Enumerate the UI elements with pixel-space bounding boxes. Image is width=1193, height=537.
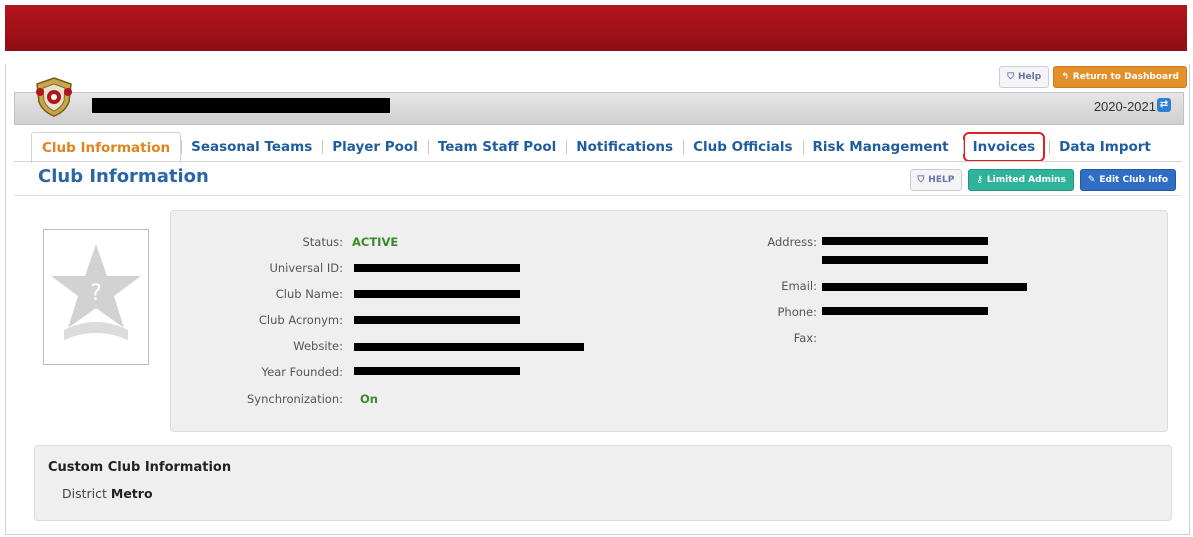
year-founded-redaction: [354, 367, 520, 375]
tab-seasonal-teams[interactable]: Seasonal Teams: [181, 132, 322, 162]
help-button[interactable]: ⛉ Help: [999, 66, 1050, 88]
placeholder-star-icon: ?: [51, 244, 141, 340]
help-icon: ⛉: [917, 175, 925, 185]
tab-risk-management[interactable]: Risk Management: [802, 132, 959, 162]
key-icon: ⚷: [976, 175, 983, 185]
utility-bar: ⛉ Help ↰ Return to Dashboard: [999, 66, 1187, 88]
tab-club-officials[interactable]: Club Officials: [683, 132, 802, 162]
club-crest-icon: [36, 77, 72, 117]
club-name-label: Club Name:: [275, 287, 343, 301]
club-name-redaction: [354, 290, 520, 298]
return-to-dashboard-button[interactable]: ↰ Return to Dashboard: [1053, 66, 1187, 88]
season-label: 2020-2021: [1093, 99, 1156, 114]
fax-label: Fax:: [793, 331, 817, 345]
edit-club-info-button[interactable]: ✎ Edit Club Info: [1079, 169, 1176, 191]
synchronization-value: On: [360, 392, 378, 406]
tab-invoices[interactable]: Invoices: [962, 132, 1046, 162]
phone-redaction: [822, 307, 988, 315]
season-switch-icon[interactable]: ⇄: [1157, 98, 1171, 112]
club-name-redaction: [92, 98, 390, 113]
email-label: Email:: [781, 279, 817, 293]
edit-club-info-label: Edit Club Info: [1099, 175, 1168, 185]
section-actions: ⛉ HELP ⚷ Limited Admins ✎ Edit Club Info: [909, 169, 1176, 191]
top-banner: [5, 5, 1187, 51]
return-to-dashboard-label: Return to Dashboard: [1072, 72, 1179, 82]
tab-data-import[interactable]: Data Import: [1049, 132, 1161, 162]
universal-id-label: Universal ID:: [269, 261, 343, 275]
tab-bar: Club Information Seasonal Teams Player P…: [31, 131, 1161, 163]
limited-admins-button[interactable]: ⚷ Limited Admins: [968, 169, 1074, 191]
help-label: Help: [1018, 72, 1042, 82]
synchronization-label: Synchronization:: [247, 392, 343, 406]
year-founded-label: Year Founded:: [261, 365, 343, 379]
svg-text:?: ?: [90, 281, 102, 306]
address-line2-redaction: [822, 256, 988, 264]
tab-player-pool[interactable]: Player Pool: [322, 132, 428, 162]
address-label: Address:: [767, 235, 817, 249]
help-icon: ⛉: [1007, 72, 1015, 82]
district-label: District: [62, 486, 107, 501]
club-acronym-label: Club Acronym:: [258, 313, 343, 327]
tab-notifications[interactable]: Notifications: [566, 132, 683, 162]
email-redaction[interactable]: [822, 283, 1027, 291]
tab-club-information[interactable]: Club Information: [31, 131, 182, 163]
district-value: Metro: [110, 486, 153, 501]
club-acronym-redaction: [354, 316, 520, 324]
custom-club-info-title: Custom Club Information: [48, 460, 232, 475]
section-help-button[interactable]: ⛉ HELP: [909, 169, 963, 191]
tab-team-staff-pool[interactable]: Team Staff Pool: [427, 132, 566, 162]
section-help-label: HELP: [928, 175, 955, 185]
status-label: Status:: [302, 235, 343, 249]
tab-divider: [14, 161, 1182, 162]
page-title: Club Information: [38, 166, 209, 187]
district-row: District Metro: [62, 486, 153, 501]
return-arrow-icon: ↰: [1061, 72, 1069, 82]
pencil-icon: ✎: [1087, 175, 1096, 185]
title-divider: [14, 195, 1182, 196]
website-redaction[interactable]: [354, 343, 584, 351]
status-value: ACTIVE: [352, 235, 399, 249]
universal-id-redaction: [354, 264, 520, 272]
limited-admins-label: Limited Admins: [986, 175, 1066, 185]
address-line1-redaction: [822, 237, 988, 245]
club-photo-placeholder: ?: [43, 229, 149, 365]
phone-label: Phone:: [777, 305, 818, 319]
custom-club-info-panel: Custom Club Information District Metro: [34, 445, 1172, 521]
website-label: Website:: [293, 339, 343, 353]
